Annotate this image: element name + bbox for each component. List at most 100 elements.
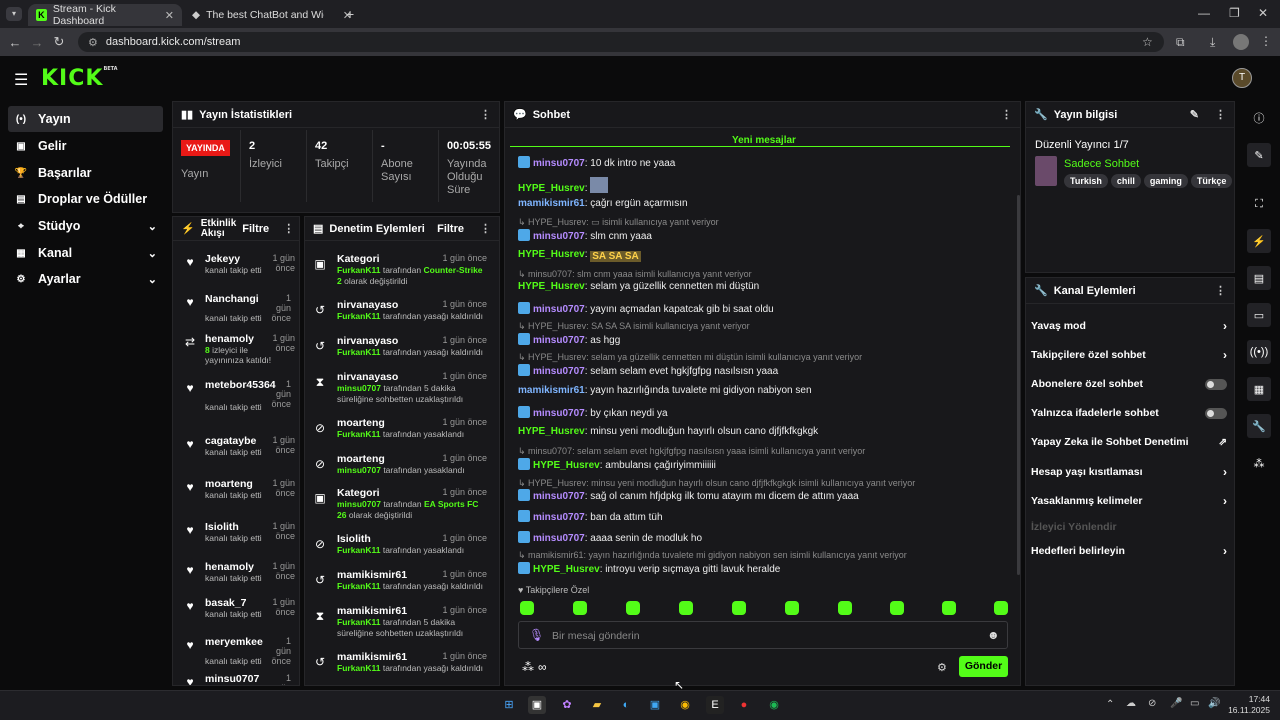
tray-display-icon[interactable]: ▭ [1190,698,1199,709]
moderator-name[interactable]: minsu0707 [337,465,381,475]
tray-chevron-icon[interactable]: ⌃ [1106,699,1114,710]
channel-action-item[interactable]: Yapay Zeka ile Sohbet Denetimi ⇗ [1031,435,1227,449]
moderation-target[interactable]: mamikismir61 [337,605,407,617]
window-close-icon[interactable]: ✕ [1258,6,1268,20]
sidebar-item[interactable]: ▦ Kanal ⌄ [8,240,163,266]
hamburger-menu-icon[interactable]: ☰ [14,70,28,90]
microphone-icon[interactable]: 🎙 [529,628,544,642]
chat-username[interactable]: minsu0707 [533,408,585,419]
profile-icon[interactable] [1233,34,1249,50]
activity-user[interactable]: henamoly [205,333,255,345]
moderator-name[interactable]: minsu0707 [337,499,381,509]
emote-icon[interactable] [520,601,534,615]
kick-bot-icon[interactable]: ⁂ [522,660,534,674]
chat-username[interactable]: HYPE_Husrev [533,564,600,575]
task-view-icon[interactable]: ▣ [528,696,546,714]
sidebar-item[interactable]: ▣ Gelir [8,133,163,159]
channel-action-item[interactable]: Yalnızca ifadelerle sohbet [1031,406,1227,420]
tag[interactable]: Turkish [1064,174,1108,188]
sidebar-item[interactable]: ⌖ Stüdyo ⌄ [8,213,163,239]
emote-icon[interactable] [679,601,693,615]
close-tab-icon[interactable]: ✕ [165,9,174,22]
activity-user[interactable]: moarteng [205,478,255,490]
new-tab-icon[interactable]: + [346,6,354,22]
activity-menu-icon[interactable]: ⋮ [283,222,294,235]
activity-user[interactable]: henamoly [205,561,255,573]
chat-menu-icon[interactable]: ⋮ [1001,108,1012,121]
tag[interactable]: Türkçe [1190,174,1233,188]
copilot-icon[interactable]: ✿ [558,696,576,714]
moderation-menu-icon[interactable]: ⋮ [480,222,491,235]
url-field[interactable]: ⚙ dashboard.kick.com/stream [78,32,1164,52]
chat-username[interactable]: minsu0707 [533,335,585,346]
activity-user[interactable]: basak_7 [205,597,255,609]
chat-icon[interactable]: ▭ [1247,303,1271,327]
stats-menu-icon[interactable]: ⋮ [480,108,491,121]
kick-logo[interactable]: KICKBETA [41,66,118,91]
lightning-icon[interactable]: ⚡ [1247,229,1271,253]
chat-username[interactable]: minsu0707 [533,512,585,523]
emote-icon[interactable] [573,601,587,615]
chat-input[interactable]: 🎙 Bir mesaj gönderin ☻ [518,621,1008,649]
emote-icon[interactable] [994,601,1008,615]
obs-icon[interactable]: ● [735,696,753,714]
chat-username[interactable]: HYPE_Husrev [518,281,585,292]
kickbot-icon[interactable]: ⁂ [1247,451,1271,475]
sidebar-item[interactable]: ⚙ Ayarlar ⌄ [8,266,163,292]
tag[interactable]: gaming [1143,174,1188,188]
channel-action-item[interactable]: Takipçilere özel sohbet › [1031,348,1227,362]
chrome-icon[interactable]: ◉ [676,696,694,714]
moderator-name[interactable]: FurkanK11 [337,429,380,439]
emote-icon[interactable] [732,601,746,615]
activity-user[interactable]: meryemkee [205,636,263,648]
moderation-target[interactable]: Kategori [337,253,380,265]
emote-icon[interactable] [890,601,904,615]
moderator-name[interactable]: minsu0707 [337,383,381,393]
moderation-target[interactable]: mamikismir61 [337,569,407,581]
activity-user[interactable]: Jekeyy [205,253,255,265]
moderation-target[interactable]: nirvanayaso [337,371,398,383]
moderation-target[interactable]: Isiolith [337,533,371,545]
moderator-name[interactable]: FurkanK11 [337,617,380,627]
chat-scrollbar[interactable] [1017,195,1020,575]
sidebar-item[interactable]: 🏆 Başarılar [8,160,163,186]
send-button[interactable]: Gönder [959,656,1008,677]
chat-username[interactable]: HYPE_Husrev [518,426,585,437]
forward-icon[interactable]: → [26,35,48,50]
moderator-name[interactable]: FurkanK11 [337,545,380,555]
activity-user[interactable]: cagataybe [205,435,256,447]
sidebar-item[interactable]: ▤ Droplar ve Ödüller [8,186,163,212]
maximize-icon[interactable]: ❐ [1229,6,1240,20]
info-icon[interactable]: ⓘ [1247,106,1271,130]
broadcast-icon[interactable]: ((•)) [1247,340,1271,364]
browser-tab-kick[interactable]: K Stream - Kick Dashboard ✕ [28,3,182,27]
tray-volume-icon[interactable]: 🔊 [1208,698,1220,709]
chat-username[interactable]: minsu0707 [533,231,585,242]
activity-filter-button[interactable]: Filtre [242,223,269,235]
chat-username[interactable]: minsu0707 [533,366,585,377]
moderation-target[interactable]: nirvanayaso [337,299,398,311]
chat-username[interactable]: minsu0707 [533,491,585,502]
moderator-name[interactable]: FurkanK11 [337,581,380,591]
file-explorer-icon[interactable]: ▰ [588,696,606,714]
document-icon[interactable]: ▤ [1247,266,1271,290]
extensions-icon[interactable]: ⧉ [1176,35,1185,50]
tag[interactable]: chill [1110,174,1141,188]
tools-icon[interactable]: 🔧 [1247,414,1271,438]
reload-icon[interactable]: ↻ [48,34,70,50]
activity-user[interactable]: minsu0707 [205,673,259,685]
minimize-icon[interactable]: — [1198,6,1210,20]
emote-icon[interactable] [785,601,799,615]
fullscreen-icon[interactable]: ⛶ [1247,192,1271,216]
moderation-filter-button[interactable]: Filtre [437,223,464,235]
site-info-icon[interactable]: ⚙ [88,36,98,49]
channel-action-item[interactable]: Hedefleri belirleyin › [1031,544,1227,558]
browser-tab-chatbot[interactable]: ◆ The best ChatBot and Widgets ✕ [184,4,360,26]
browser-menu-icon[interactable]: ⋮ [1260,34,1272,48]
infinity-icon[interactable]: ∞ [538,660,547,674]
chat-username[interactable]: mamikismir61 [518,385,585,396]
chat-username[interactable]: HYPE_Husrev [533,460,600,471]
channel-action-item[interactable]: Yavaş mod › [1031,319,1227,333]
edit-icon[interactable]: ✎ [1247,143,1271,167]
toggle-switch[interactable] [1205,378,1227,390]
